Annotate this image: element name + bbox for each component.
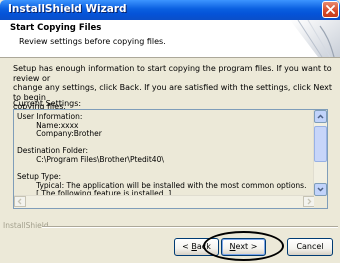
scroll-thumb[interactable]	[314, 126, 327, 162]
wizard-header: Start Copying Files Review settings befo…	[0, 20, 340, 58]
highlight-circle-annotation	[203, 231, 284, 261]
installshield-graphic-icon	[290, 20, 340, 57]
scroll-up-button[interactable]	[314, 110, 327, 123]
horizontal-scrollbar[interactable]	[14, 195, 315, 208]
page-subtitle: Review settings before copying files.	[19, 37, 166, 46]
current-settings-label: Current Settings:	[13, 99, 82, 108]
scroll-left-button[interactable]	[14, 196, 26, 207]
title-bar[interactable]: InstallShield Wizard	[0, 0, 340, 20]
chevron-up-icon	[317, 114, 324, 119]
cancel-label: Cancel	[296, 242, 324, 251]
chevron-right-icon	[307, 198, 312, 205]
scrollbar-corner	[314, 196, 327, 208]
window-title: InstallShield Wizard	[8, 3, 127, 15]
scroll-down-button[interactable]	[314, 183, 327, 196]
cancel-button[interactable]: Cancel	[287, 238, 333, 256]
vertical-scrollbar[interactable]	[313, 110, 327, 196]
chevron-down-icon	[317, 187, 324, 192]
close-button[interactable]	[322, 1, 339, 18]
instructions-line: Setup has enough information to start co…	[13, 64, 332, 83]
settings-content: User Information: Name:xxxx Company:Brot…	[17, 113, 307, 197]
page-title: Start Copying Files	[10, 23, 102, 33]
chevron-left-icon	[17, 198, 22, 205]
footer-divider	[42, 226, 338, 228]
close-icon	[326, 5, 335, 14]
current-settings-textbox[interactable]: User Information: Name:xxxx Company:Brot…	[13, 109, 328, 209]
